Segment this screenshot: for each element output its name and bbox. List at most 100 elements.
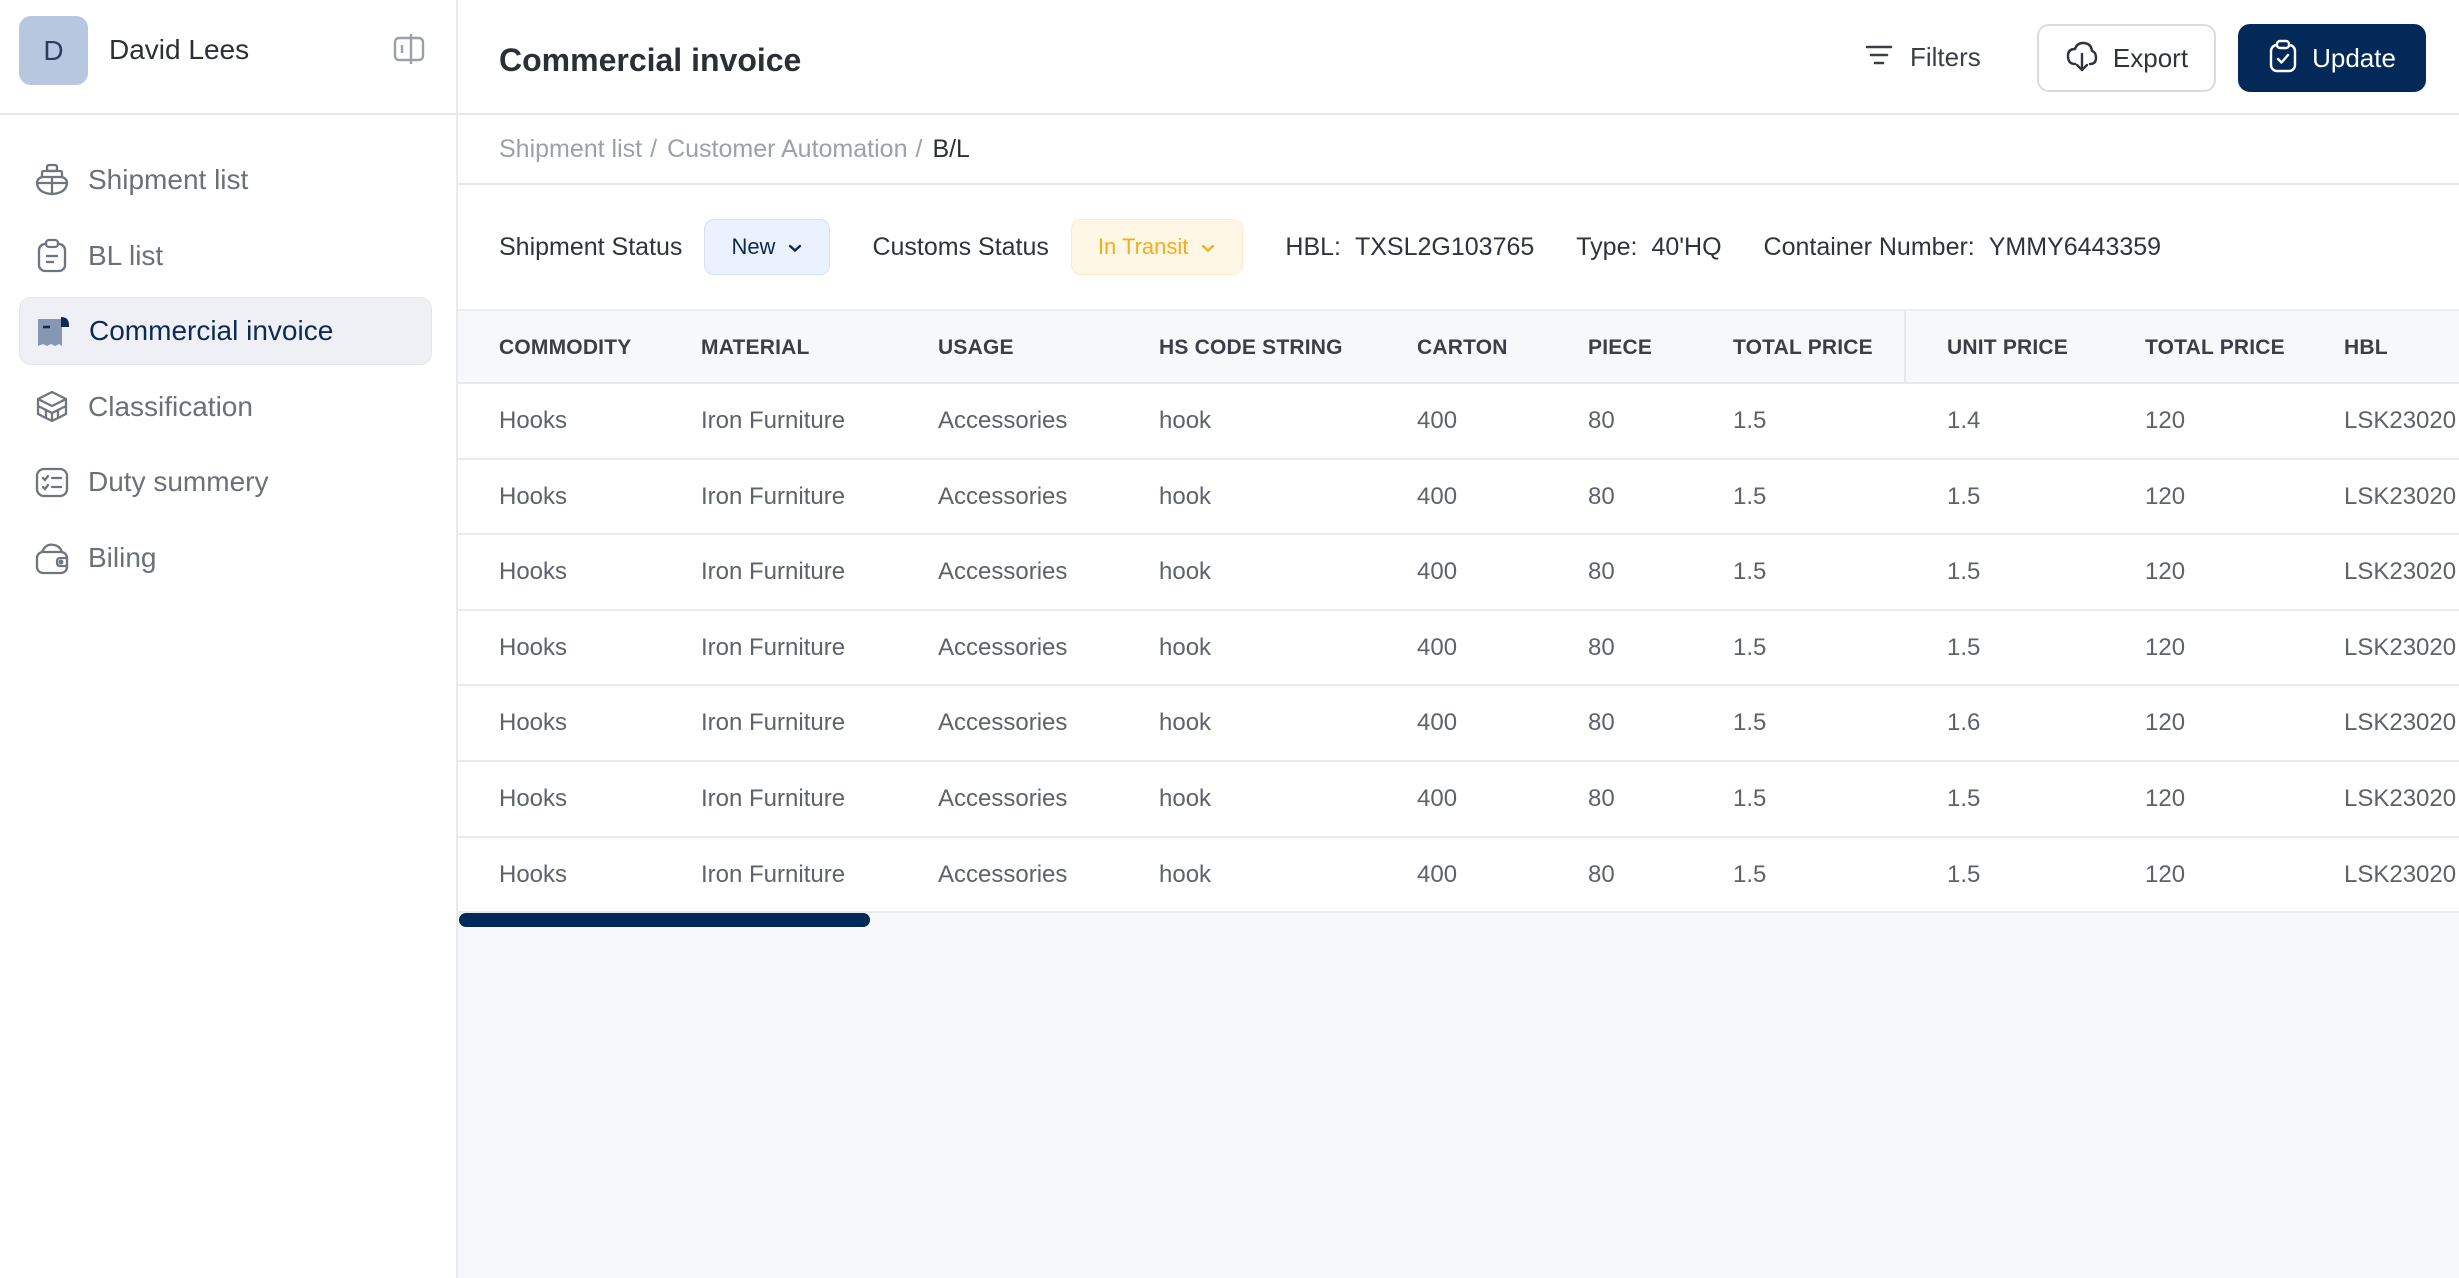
sidebar-item-label: Classification <box>88 390 253 422</box>
sidebar-item-bl-list[interactable]: BL list <box>19 222 432 290</box>
table-row[interactable]: Hooks Iron Furniture Accessories hook 400 80 1… <box>458 535 2459 611</box>
cell-commodity: Hooks <box>499 558 568 586</box>
cell-total-price: 1.5 <box>1733 709 1767 737</box>
cell-commodity: Hooks <box>499 482 568 510</box>
table-row[interactable]: Hooks Iron Furniture Accessories hook 400 80 1… <box>458 837 2459 914</box>
table-header: COMMODITY MATERIAL USAGE HS CODE STRING … <box>458 309 2459 384</box>
cell-hbl: LSK23020 <box>2344 633 2457 661</box>
top-bar: Commercial invoice Filters Export Update <box>458 0 2459 115</box>
column-header-hbl[interactable]: HBL <box>2344 311 2388 384</box>
filters-label: Filters <box>1910 41 1981 72</box>
user-name: David Lees <box>109 34 250 65</box>
export-button[interactable]: Export <box>2037 24 2216 92</box>
sidebar-item-commercial-invoice[interactable]: Commercial invoice <box>19 297 432 365</box>
column-header-total-price-2[interactable]: TOTAL PRICE <box>2145 311 2285 384</box>
container-value: YMMY6443359 <box>1988 232 2162 261</box>
cell-total-price: 1.5 <box>1733 558 1767 586</box>
column-header-piece[interactable]: PIECE <box>1588 311 1652 384</box>
cell-piece: 80 <box>1588 407 1615 434</box>
cell-hs-code-string: hook <box>1159 860 1212 888</box>
column-header-hs-code-string[interactable]: HS CODE STRING <box>1159 311 1343 384</box>
ship-icon <box>33 161 71 199</box>
hbl-label: HBL: <box>1285 232 1341 261</box>
table-row[interactable]: Hooks Iron Furniture Accessories hook 400 80 1… <box>458 610 2459 687</box>
breadcrumb-separator: / <box>650 134 658 163</box>
column-header-usage[interactable]: USAGE <box>938 311 1014 384</box>
cell-piece: 80 <box>1588 784 1615 812</box>
page-title: Commercial invoice <box>499 42 802 78</box>
filters-button[interactable]: Filters <box>1864 30 1981 84</box>
breadcrumb-shipment-list[interactable]: Shipment list <box>499 135 642 164</box>
table-row[interactable]: Hooks Iron Furniture Accessories hook 400 80 1… <box>458 761 2459 838</box>
table-row[interactable]: Hooks Iron Furniture Accessories hook 400 80 1… <box>458 384 2459 460</box>
receipt-icon <box>34 312 72 350</box>
cell-unit-price: 1.5 <box>1947 558 1981 586</box>
customs-status-value: In Transit <box>1097 234 1189 259</box>
cell-piece: 80 <box>1588 633 1615 661</box>
chevron-down-icon <box>787 234 803 260</box>
cell-hbl: LSK23020 <box>2344 784 2457 812</box>
column-header-unit-price[interactable]: UNIT PRICE <box>1947 311 2068 384</box>
sidebar: D David Lees Shipment list BL list Comme… <box>0 0 458 1278</box>
customs-status-label: Customs Status <box>872 232 1049 261</box>
cell-total-price-2: 120 <box>2145 633 2186 661</box>
sidebar-item-label: Shipment list <box>88 164 249 195</box>
cell-material: Iron Furniture <box>701 860 846 888</box>
cell-piece: 80 <box>1588 709 1615 737</box>
update-button[interactable]: Update <box>2238 24 2426 92</box>
customs-status-dropdown[interactable]: In Transit <box>1070 219 1244 275</box>
cell-hs-code-string: hook <box>1159 558 1212 586</box>
cell-total-price: 1.5 <box>1733 633 1767 661</box>
cell-material: Iron Furniture <box>701 482 846 510</box>
sidebar-item-shipment-list[interactable]: Shipment list <box>19 146 432 214</box>
cell-hbl: LSK23020 <box>2344 407 2457 434</box>
cell-material: Iron Furniture <box>701 709 846 737</box>
shipment-status-label: Shipment Status <box>499 232 683 261</box>
horizontal-scrollbar-thumb[interactable] <box>459 913 870 927</box>
table-row[interactable]: Hooks Iron Furniture Accessories hook 400 80 1… <box>458 686 2459 762</box>
chevron-down-icon <box>1200 234 1216 260</box>
cell-piece: 80 <box>1588 482 1615 510</box>
sidebar-toggle-button[interactable] <box>390 33 430 69</box>
cell-hs-code-string: hook <box>1159 784 1212 812</box>
column-header-commodity[interactable]: COMMODITY <box>499 311 631 384</box>
cell-material: Iron Furniture <box>701 784 846 812</box>
cell-unit-price: 1.4 <box>1947 407 1981 434</box>
sidebar-toggle-icon <box>392 32 428 71</box>
breadcrumb-current: B/L <box>932 134 970 163</box>
cell-hs-code-string: hook <box>1159 482 1212 510</box>
cell-material: Iron Furniture <box>701 558 846 586</box>
breadcrumb-customer-automation[interactable]: Customer Automation <box>667 135 907 164</box>
cell-usage: Accessories <box>938 709 1068 737</box>
sidebar-item-duty-summery[interactable]: Duty summery <box>19 448 432 516</box>
column-header-carton[interactable]: CARTON <box>1417 311 1508 384</box>
column-header-material[interactable]: MATERIAL <box>701 311 810 384</box>
cell-unit-price: 1.5 <box>1947 784 1981 812</box>
cell-commodity: Hooks <box>499 784 568 812</box>
table-row[interactable]: Hooks Iron Furniture Accessories hook 400 80 1… <box>458 459 2459 536</box>
sidebar-item-label: BL list <box>88 239 164 271</box>
cell-unit-price: 1.5 <box>1947 860 1981 888</box>
sidebar-item-label: Duty summery <box>88 466 269 497</box>
sidebar-item-biling[interactable]: Biling <box>19 524 432 592</box>
cell-hs-code-string: hook <box>1159 407 1212 434</box>
avatar[interactable]: D <box>19 16 88 85</box>
export-label: Export <box>2112 42 2189 73</box>
cell-commodity: Hooks <box>499 407 568 434</box>
wallet-icon <box>33 539 71 577</box>
type-value: 40'HQ <box>1651 232 1722 261</box>
cell-total-price-2: 120 <box>2145 558 2186 586</box>
cell-carton: 400 <box>1417 784 1458 812</box>
column-header-total-price[interactable]: TOTAL PRICE <box>1733 311 1873 384</box>
cell-usage: Accessories <box>938 860 1068 888</box>
shipment-status-dropdown[interactable]: New <box>704 219 831 275</box>
filter-icon <box>1864 42 1894 73</box>
sidebar-item-label: Commercial invoice <box>89 315 334 346</box>
type-label: Type: <box>1576 232 1638 261</box>
cell-usage: Accessories <box>938 784 1068 812</box>
cell-total-price: 1.5 <box>1733 407 1767 434</box>
cell-material: Iron Furniture <box>701 633 846 661</box>
cell-hbl: LSK23020 <box>2344 482 2457 510</box>
horizontal-scrollbar[interactable] <box>458 913 2459 929</box>
sidebar-item-classification[interactable]: Classification <box>19 373 432 441</box>
